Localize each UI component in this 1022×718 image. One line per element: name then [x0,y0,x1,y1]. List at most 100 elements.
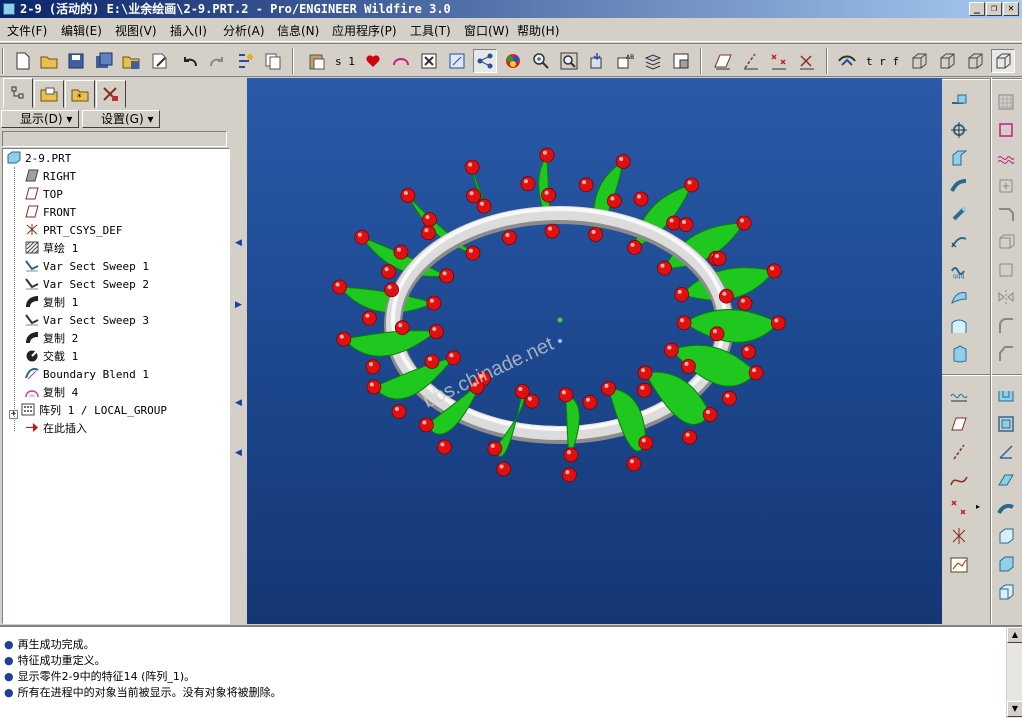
layers-icon[interactable] [641,49,665,73]
expand-right-icon[interactable]: ▶ [235,300,243,312]
tab-model-tree[interactable] [3,78,33,108]
menu-edit[interactable]: 编辑(E) [61,22,102,39]
curve-tool-icon[interactable] [947,468,971,492]
axis-line-tool-icon[interactable] [947,440,971,464]
boundary-blend-tool-icon[interactable] [947,314,971,338]
regenerate-icon[interactable] [233,49,257,73]
menu-help[interactable]: 帮助(H) [517,22,559,39]
panel-splitter[interactable]: ◀ ▶ ◀ ◀ [233,78,247,624]
expand-icon[interactable]: + [9,410,18,419]
grid-tool-icon[interactable] [994,90,1018,114]
trim-tool-icon[interactable] [994,440,1018,464]
flyout-arrow-icon[interactable]: ▸ [976,502,980,511]
close-button[interactable]: ✕ [1003,2,1019,16]
variable-sweep-tool-icon[interactable] [947,342,971,366]
chamfer-tool-icon[interactable] [994,342,1018,366]
open-folder-icon[interactable] [37,49,61,73]
redo-icon[interactable] [205,49,229,73]
pattern-tool-icon[interactable]: ggg [947,258,971,282]
box-tool-icon[interactable] [994,118,1018,142]
zoom-in-icon[interactable] [529,49,553,73]
tree-item-copy-2[interactable]: 复制 2 [25,330,78,348]
shaded-icon[interactable] [991,49,1015,73]
save-icon[interactable] [64,49,88,73]
scroll-up-icon[interactable]: ▲ [1007,627,1022,643]
backup-icon[interactable] [119,49,143,73]
copy-icon[interactable] [261,49,285,73]
point-tool-icon[interactable] [947,496,971,520]
shading-icon[interactable] [389,49,413,73]
collapse-left-icon-3[interactable]: ◀ [235,448,243,460]
plane-tool-icon[interactable] [947,412,971,436]
appearance-icon[interactable] [501,49,525,73]
tree-item-root[interactable]: 2-9.PRT [7,150,71,168]
spin-center-icon[interactable] [835,49,859,73]
show-dropdown[interactable]: 显示(D) ▾ [1,110,79,128]
csys-toggle-icon[interactable] [795,49,819,73]
new-file-icon[interactable] [11,49,35,73]
rename-icon[interactable] [148,49,172,73]
extend-tool-icon[interactable] [994,468,1018,492]
menu-info[interactable]: 信息(N) [277,22,319,39]
tree-item-boundary-blend[interactable]: Boundary Blend 1 [25,366,149,384]
solidify-tool-icon[interactable] [994,524,1018,548]
rib-tool-icon[interactable] [994,230,1018,254]
menu-view[interactable]: 视图(V) [115,22,157,39]
offset-tool-icon[interactable] [994,412,1018,436]
zoom-out-icon[interactable] [557,49,581,73]
collapse-left-icon-2[interactable]: ◀ [235,398,243,410]
csys-tool-icon[interactable] [947,524,971,548]
tree-item-csys[interactable]: PRT_CSYS_DEF [25,222,122,240]
menu-insert[interactable]: 插入(I) [170,22,207,39]
menu-file[interactable]: 文件(F) [7,22,47,39]
datum-display-icon[interactable] [473,49,497,73]
datum-plane-tool-icon[interactable] [947,90,971,114]
save-copy-icon[interactable] [92,49,116,73]
round-tool-icon[interactable] [994,314,1018,338]
reorient-icon[interactable]: AB [613,49,637,73]
revolve-tool-icon[interactable] [947,174,971,198]
blend-tool-icon[interactable] [947,230,971,254]
collapse-left-icon[interactable]: ◀ [235,238,243,250]
model-tree-icon[interactable] [445,49,469,73]
undo-icon[interactable] [178,49,202,73]
restore-button[interactable]: ❐ [986,2,1002,16]
datum-axis-toggle-icon[interactable] [739,49,763,73]
sweep-tool-icon[interactable] [947,202,971,226]
menu-analysis[interactable]: 分析(A) [223,22,265,39]
tab-connections[interactable] [96,80,126,108]
tab-folder-browser[interactable] [34,80,64,108]
refit-icon[interactable] [585,49,609,73]
tree-item-pattern[interactable]: + 阵列 1 / LOCAL_GROUP [9,402,167,420]
paste-icon[interactable] [305,49,329,73]
tree-item-sketch[interactable]: 草绘 1 [25,240,78,258]
tree-item-copy-4[interactable]: 复制 4 [25,384,78,402]
hole-tool-icon[interactable] [994,174,1018,198]
tree-item-top[interactable]: TOP [25,186,63,204]
message-scrollbar[interactable]: ▲ ▼ [1006,627,1022,718]
tab-favorites[interactable]: * [65,80,95,108]
warp-tool-icon[interactable] [994,552,1018,576]
style-tool-icon[interactable] [994,146,1018,170]
mirror-tool-icon[interactable] [994,286,1018,310]
shell-tool-icon[interactable] [994,202,1018,226]
saved-views-icon[interactable] [669,49,693,73]
tree-item-sweep-3[interactable]: Var Sect Sweep 3 [25,312,149,330]
tree-item-copy-1[interactable]: 复制 1 [25,294,78,312]
tree-item-right[interactable]: RIGHT [25,168,76,186]
menu-tools[interactable]: 工具(T) [410,22,451,39]
extrude-tool-icon[interactable] [947,146,971,170]
no-hidden-icon[interactable] [963,49,987,73]
menu-applications[interactable]: 应用程序(P) [332,22,397,39]
tree-item-sweep-1[interactable]: Var Sect Sweep 1 [25,258,149,276]
heart-icon[interactable] [361,49,385,73]
tree-item-intersect-1[interactable]: 交截 1 [25,348,78,366]
settings-dropdown[interactable]: 设置(G) ▾ [82,110,160,128]
merge-tool-icon[interactable] [994,384,1018,408]
toolkit-tool-icon[interactable] [994,580,1018,604]
close-window-icon[interactable] [417,49,441,73]
tree-filter-field[interactable] [2,131,227,147]
wireframe-icon[interactable] [907,49,931,73]
tree-item-insert-here[interactable]: 在此插入 [25,420,87,438]
menu-window[interactable]: 窗口(W) [464,22,509,39]
